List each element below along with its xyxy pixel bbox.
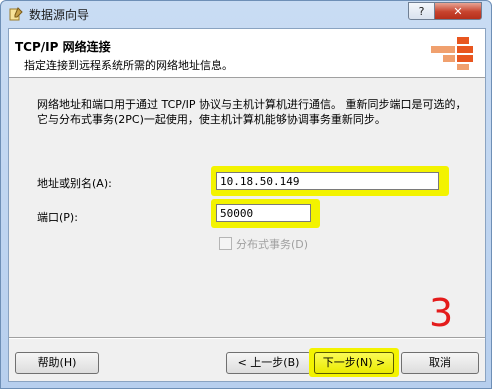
wizard-logo-icon xyxy=(431,37,473,70)
next-button[interactable]: 下一步(N) > xyxy=(314,352,394,374)
step-annotation: 3 xyxy=(429,291,454,335)
port-label: 端口(P): xyxy=(37,211,78,224)
title-bar[interactable]: 数据源向导 ? ✕ xyxy=(1,1,491,27)
checkbox-box[interactable] xyxy=(219,237,232,250)
description-text: 网络地址和端口用于通过 TCP/IP 协议与主机计算机进行通信。 重新同步端口是… xyxy=(37,98,467,126)
app-icon xyxy=(9,7,23,21)
footer-divider xyxy=(9,337,485,339)
window-help-button[interactable]: ? xyxy=(408,2,435,20)
page-title: TCP/IP 网络连接 xyxy=(15,40,111,54)
distributed-transaction-label: 分布式事务(D) xyxy=(236,238,309,251)
wizard-body: TCP/IP 网络连接 指定连接到远程系统所需的网络地址信息。 网络地址和端口用… xyxy=(8,28,486,382)
window-title: 数据源向导 xyxy=(29,8,90,22)
address-label: 地址或别名(A): xyxy=(37,177,112,190)
back-button[interactable]: < 上一步(B) xyxy=(226,352,311,374)
help-button[interactable]: 帮助(H) xyxy=(15,352,99,374)
wizard-header: TCP/IP 网络连接 指定连接到远程系统所需的网络地址信息。 xyxy=(9,29,485,78)
page-subtitle: 指定连接到远程系统所需的网络地址信息。 xyxy=(24,59,233,72)
port-input[interactable]: 50000 xyxy=(216,204,311,222)
address-input[interactable]: 10.18.50.149 xyxy=(216,172,439,190)
cancel-button[interactable]: 取消 xyxy=(401,352,479,374)
distributed-transaction-checkbox[interactable]: 分布式事务(D) xyxy=(219,236,308,252)
window-close-button[interactable]: ✕ xyxy=(434,2,482,20)
wizard-window: 数据源向导 ? ✕ TCP/IP 网络连接 指定连接到远程系统所需的网络地址信息… xyxy=(0,0,492,389)
